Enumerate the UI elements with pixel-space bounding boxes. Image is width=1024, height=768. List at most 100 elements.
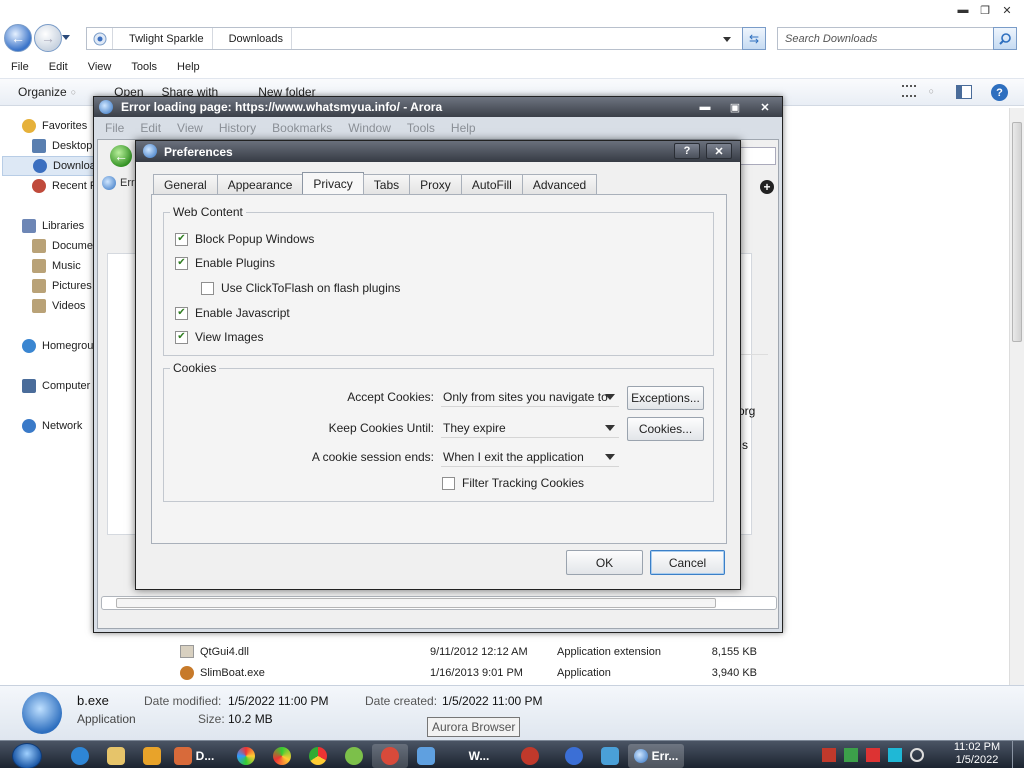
arora-menu-history[interactable]: History [219,121,256,135]
arora-menu-edit[interactable]: Edit [140,121,161,135]
arora-url-field[interactable] [738,147,776,165]
filter-tracking-checkbox[interactable]: Filter Tracking Cookies [442,476,584,490]
acrobat-tray-icon[interactable] [822,748,836,762]
new-tab-icon[interactable]: + [760,180,774,194]
taskbar-ie[interactable] [62,744,98,768]
tab-appearance[interactable]: Appearance [216,174,304,195]
help-icon[interactable]: ? [991,84,1008,101]
taskbar-aurora[interactable] [372,743,408,768]
close-icon[interactable]: ✕ [706,143,732,159]
menu-tools[interactable]: Tools [131,61,157,73]
clock[interactable]: 11:02 PM 1/5/2022 [950,741,1004,767]
help-button[interactable]: ? [674,143,700,159]
check-tray-icon[interactable] [844,748,858,762]
search-box[interactable]: Search Downloads [777,27,1017,50]
checkbox[interactable] [442,476,455,490]
view-options-icon[interactable] [902,85,916,97]
taskbar-app-4[interactable] [408,744,444,768]
arora-menu-bookmarks[interactable]: Bookmarks [272,121,332,135]
menu-help[interactable]: Help [177,61,200,73]
menu-edit[interactable]: Edit [49,61,68,73]
session-ends-select[interactable]: When I exit the application [441,448,619,467]
breadcrumb-downloads[interactable]: Downloads [221,28,293,49]
tab-advanced[interactable]: Advanced [521,174,598,195]
taskbar-chrome[interactable] [300,744,336,768]
arora-menu-view[interactable]: View [177,121,203,135]
chevron-down-icon[interactable]: ○ [929,86,934,96]
nav-homegroup[interactable]: Homegroup [22,336,99,356]
refresh-icon[interactable]: ⇆ [742,27,766,50]
taskbar-item-arora[interactable]: Err... [628,743,684,768]
start-button[interactable] [0,742,54,768]
table-row[interactable]: QtGui4.dll 9/11/2012 12:12 AM Applicatio… [160,641,1020,662]
horizontal-scrollbar[interactable] [101,596,777,610]
arora-menu-window[interactable]: Window [348,121,391,135]
keep-cookies-select[interactable]: They expire [441,419,619,438]
minimize-icon[interactable]: ▬ [694,99,716,115]
arora-tab[interactable]: Err [102,176,135,190]
tab-tabs[interactable]: Tabs [362,174,411,195]
address-bar[interactable]: Twlight Sparkle Downloads ⇆ [86,27,766,50]
preview-pane-icon[interactable] [956,85,972,99]
checkbox[interactable]: ✔ [175,232,188,246]
scrollbar-thumb[interactable] [116,598,716,608]
vertical-scrollbar[interactable] [1009,108,1024,685]
checkbox[interactable] [201,281,214,295]
tab-proxy[interactable]: Proxy [409,174,462,195]
enable-plugins-checkbox[interactable]: ✔ Enable Plugins [175,256,275,270]
nav-videos[interactable]: Videos [32,296,85,316]
recent-pages-dropdown[interactable] [62,35,70,40]
menu-file[interactable]: File [11,61,29,73]
enable-javascript-checkbox[interactable]: ✔ Enable Javascript [175,306,290,320]
restore-icon[interactable]: ❐ [974,2,996,18]
arora-menu-file[interactable]: File [105,121,124,135]
back-button[interactable]: ← [4,24,32,52]
taskbar-item-word[interactable]: W... [454,744,504,768]
block-popups-checkbox[interactable]: ✔ Block Popup Windows [175,232,314,246]
ok-button[interactable]: OK [566,550,643,575]
nav-music[interactable]: Music [32,256,81,276]
show-desktop-button[interactable] [1012,741,1024,768]
nav-desktop[interactable]: Desktop [32,136,92,156]
checkbox[interactable]: ✔ [175,256,188,270]
arora-back-button[interactable]: ← [110,145,132,167]
taskbar-app-7[interactable] [592,744,628,768]
taskbar-app-3[interactable] [336,744,372,768]
breadcrumb-user[interactable]: Twlight Sparkle [121,28,213,49]
taskbar-app-6[interactable] [556,744,592,768]
search-icon[interactable] [993,27,1017,50]
cancel-button[interactable]: Cancel [650,550,725,575]
taskbar-explorer[interactable] [98,744,134,768]
nav-favorites[interactable]: Favorites [22,116,87,136]
taskbar-app-1[interactable] [228,744,264,768]
close-icon[interactable]: ✕ [754,99,776,115]
taskbar-app-5[interactable] [512,744,548,768]
nav-computer[interactable]: Computer [22,376,90,396]
taskbar-item-documents[interactable]: D... [170,744,218,768]
checkbox[interactable]: ✔ [175,306,188,320]
checkbox[interactable]: ✔ [175,330,188,344]
clicktoflash-checkbox[interactable]: Use ClickToFlash on flash plugins [201,281,400,295]
arora-menu-help[interactable]: Help [451,121,476,135]
scrollbar-thumb[interactable] [1012,122,1022,342]
chevron-down-icon[interactable] [723,37,731,42]
close-icon[interactable]: ✕ [996,2,1018,18]
table-row[interactable]: SlimBoat.exe 1/16/2013 9:01 PM Applicati… [160,662,1020,683]
accept-cookies-select[interactable]: Only from sites you navigate to [441,388,619,407]
menu-view[interactable]: View [88,61,112,73]
network-tray-icon[interactable] [888,748,902,762]
nav-network[interactable]: Network [22,416,82,436]
nav-downloads[interactable]: Downloads [2,156,107,176]
taskbar-app-2[interactable] [264,744,300,768]
minimize-icon[interactable]: ▬ [952,2,974,18]
nav-pictures[interactable]: Pictures [32,276,92,296]
nav-libraries[interactable]: Libraries [22,216,84,236]
view-images-checkbox[interactable]: ✔ View Images [175,330,263,344]
tab-autofill[interactable]: AutoFill [460,174,523,195]
tab-privacy[interactable]: Privacy [302,172,364,195]
cookies-button[interactable]: Cookies... [627,417,704,441]
arora-menu-tools[interactable]: Tools [407,121,435,135]
forward-button[interactable]: → [34,24,62,52]
tab-general[interactable]: General [153,174,218,195]
taskbar-media[interactable] [134,744,170,768]
